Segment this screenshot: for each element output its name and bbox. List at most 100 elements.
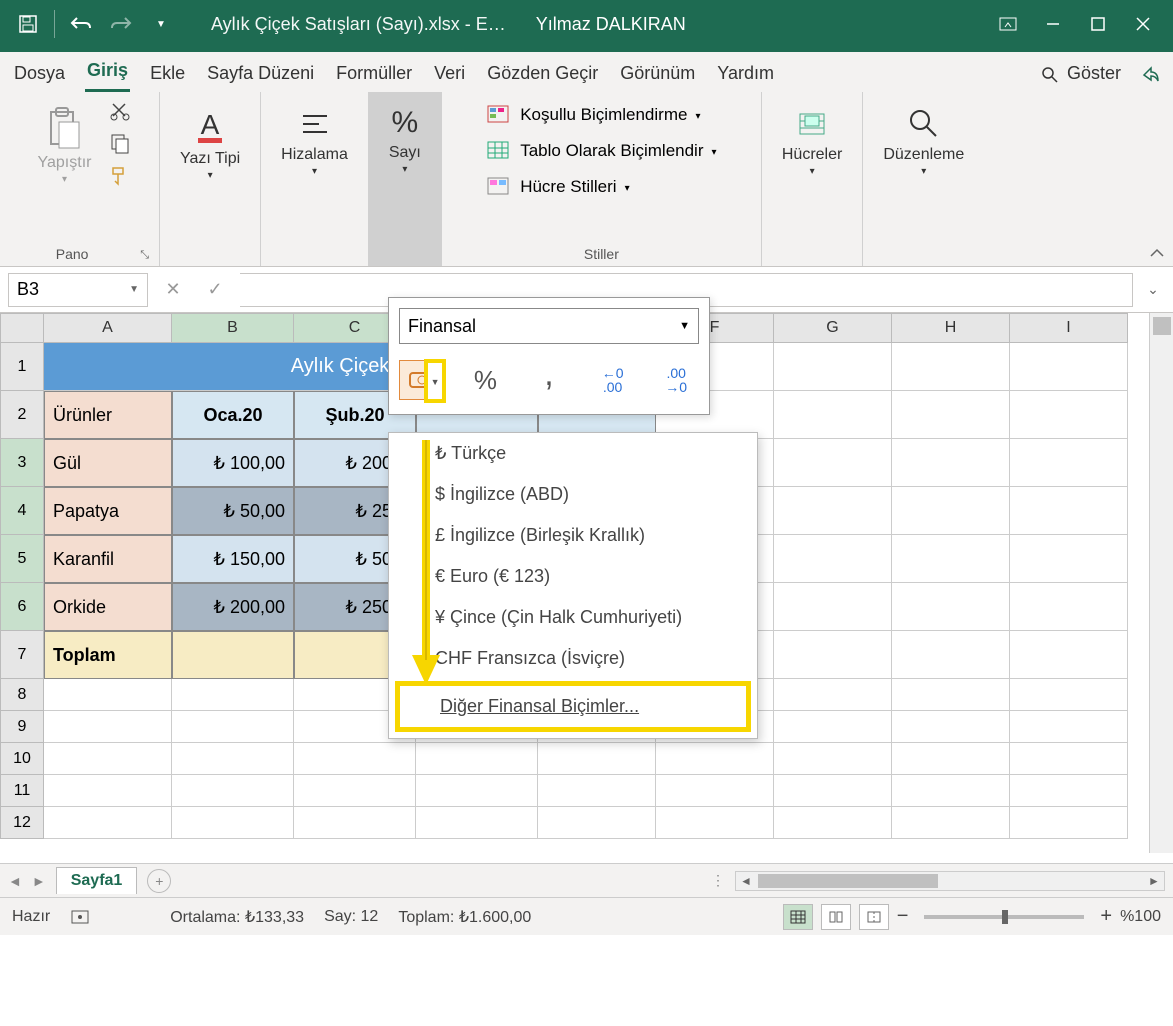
status-sum: ₺1.600,00 bbox=[459, 909, 531, 926]
col-header-A[interactable]: A bbox=[44, 313, 172, 343]
sheet-tabs-split-icon[interactable]: ⋮ bbox=[711, 872, 725, 889]
row-header-10[interactable]: 10 bbox=[0, 743, 44, 775]
collapse-ribbon-icon[interactable] bbox=[1149, 246, 1165, 260]
row-header-7[interactable]: 7 bbox=[0, 631, 44, 679]
close-icon[interactable] bbox=[1120, 4, 1165, 44]
horizontal-scrollbar[interactable]: ◄► bbox=[735, 871, 1165, 891]
view-normal-icon[interactable] bbox=[783, 904, 813, 930]
ribbon-group-duzenleme: Düzenleme ▾ bbox=[863, 92, 984, 266]
user-name[interactable]: Yılmaz DALKIRAN bbox=[536, 14, 686, 35]
row-header-9[interactable]: 9 bbox=[0, 711, 44, 743]
increase-decimal-button[interactable]: ←0.00 bbox=[590, 360, 636, 400]
sheet-nav-next-icon[interactable]: ► bbox=[32, 873, 46, 889]
ribbon-group-sayi: % Sayı ▾ bbox=[369, 92, 442, 266]
row-headers: 123456789101112 bbox=[0, 343, 44, 839]
tab-gozden-gecir[interactable]: Gözden Geçir bbox=[485, 57, 600, 92]
row-header-2[interactable]: 2 bbox=[0, 391, 44, 439]
window-title: Aylık Çiçek Satışları (Sayı).xlsx - E… bbox=[211, 14, 506, 35]
ribbon-group-hizalama: Hizalama ▾ bbox=[261, 92, 369, 266]
row-header-3[interactable]: 3 bbox=[0, 439, 44, 487]
row-header-11[interactable]: 11 bbox=[0, 775, 44, 807]
minimize-icon[interactable] bbox=[1030, 4, 1075, 44]
sheet-nav-prev-icon[interactable]: ◄ bbox=[8, 873, 22, 889]
accounting-format-button[interactable]: ▼ bbox=[399, 360, 445, 400]
select-all-corner[interactable] bbox=[0, 313, 44, 343]
chevron-down-icon: ▾ bbox=[921, 166, 926, 177]
zoom-out-button[interactable]: − bbox=[897, 905, 909, 928]
font-button[interactable]: A Yazı Tipi ▾ bbox=[170, 100, 250, 187]
number-format-combo[interactable]: Finansal ▼ bbox=[399, 308, 699, 344]
chevron-down-icon: ▾ bbox=[62, 174, 67, 185]
goster-button[interactable]: Göster bbox=[1065, 57, 1123, 92]
row-header-12[interactable]: 12 bbox=[0, 807, 44, 839]
pano-launcher-icon[interactable]: ⤡ bbox=[140, 249, 149, 262]
svg-text:A: A bbox=[201, 109, 220, 140]
col-header-I[interactable]: I bbox=[1010, 313, 1128, 343]
ribbon-display-icon[interactable] bbox=[985, 4, 1030, 44]
copy-icon[interactable] bbox=[109, 132, 131, 154]
annotation-arrow bbox=[412, 440, 452, 690]
editing-button[interactable]: Düzenleme ▾ bbox=[873, 100, 974, 183]
tab-dosya[interactable]: Dosya bbox=[12, 57, 67, 92]
row-header-4[interactable]: 4 bbox=[0, 487, 44, 535]
row-header-6[interactable]: 6 bbox=[0, 583, 44, 631]
chevron-down-icon: ▾ bbox=[402, 164, 407, 175]
conditional-formatting-button[interactable]: Koşullu Biçimlendirme▾ bbox=[484, 100, 702, 130]
view-page-break-icon[interactable] bbox=[859, 904, 889, 930]
tab-sayfa-duzeni[interactable]: Sayfa Düzeni bbox=[205, 57, 316, 92]
enter-formula-icon[interactable]: ✓ bbox=[198, 273, 232, 307]
cancel-formula-icon[interactable]: ✕ bbox=[156, 273, 190, 307]
tab-veri[interactable]: Veri bbox=[432, 57, 467, 92]
tab-formuller[interactable]: Formüller bbox=[334, 57, 414, 92]
decrease-decimal-button[interactable]: .00→0 bbox=[653, 360, 699, 400]
row-header-1[interactable]: 1 bbox=[0, 343, 44, 391]
status-count: 12 bbox=[361, 908, 379, 925]
accounting-dropdown-highlight[interactable]: ▼ bbox=[424, 359, 446, 403]
col-header-B[interactable]: B bbox=[172, 313, 294, 343]
comma-format-button[interactable]: , bbox=[526, 360, 572, 400]
maximize-icon[interactable] bbox=[1075, 4, 1120, 44]
tab-giris[interactable]: Giriş bbox=[85, 54, 130, 92]
cells-button[interactable]: Hücreler ▾ bbox=[772, 100, 852, 183]
tab-yardim[interactable]: Yardım bbox=[715, 57, 776, 92]
chevron-down-icon: ▾ bbox=[208, 170, 213, 181]
currency-option-more[interactable]: Diğer Finansal Biçimler... bbox=[400, 686, 746, 727]
redo-icon[interactable] bbox=[101, 4, 141, 44]
sheet-tabs-bar: ◄ ► Sayfa1 + ⋮ ◄► bbox=[0, 863, 1173, 897]
undo-icon[interactable] bbox=[61, 4, 101, 44]
cell-styles-button[interactable]: Hücre Stilleri▾ bbox=[484, 172, 631, 202]
save-icon[interactable] bbox=[8, 4, 48, 44]
view-page-layout-icon[interactable] bbox=[821, 904, 851, 930]
add-sheet-button[interactable]: + bbox=[147, 869, 171, 893]
qat-customize-icon[interactable]: ▼ bbox=[141, 4, 181, 44]
ribbon-group-stiller: Koşullu Biçimlendirme▾ Tablo Olarak Biçi… bbox=[442, 92, 762, 266]
ribbon: Yapıştır ▾ Pano⤡ A Yazı Tipi ▾ Hizalama … bbox=[0, 92, 1173, 267]
alignment-button[interactable]: Hizalama ▾ bbox=[271, 100, 358, 183]
zoom-slider[interactable] bbox=[924, 915, 1084, 919]
tab-ekle[interactable]: Ekle bbox=[148, 57, 187, 92]
ribbon-group-yazi-tipi: A Yazı Tipi ▾ bbox=[160, 92, 261, 266]
chevron-down-icon[interactable]: ▼ bbox=[129, 284, 139, 295]
row-header-5[interactable]: 5 bbox=[0, 535, 44, 583]
tab-gorunum[interactable]: Görünüm bbox=[618, 57, 697, 92]
format-as-table-button[interactable]: Tablo Olarak Biçimlendir▾ bbox=[484, 136, 718, 166]
sheet-tab-1[interactable]: Sayfa1 bbox=[56, 867, 138, 894]
format-painter-icon[interactable] bbox=[109, 164, 131, 186]
ribbon-tabs: Dosya Giriş Ekle Sayfa Düzeni Formüller … bbox=[0, 48, 1173, 92]
paste-button[interactable]: Yapıştır ▾ bbox=[28, 100, 102, 191]
search-icon[interactable] bbox=[1041, 66, 1059, 84]
zoom-level[interactable]: %100 bbox=[1120, 908, 1161, 926]
col-header-G[interactable]: G bbox=[774, 313, 892, 343]
share-icon[interactable] bbox=[1141, 65, 1161, 85]
percent-format-button[interactable]: % bbox=[463, 360, 509, 400]
expand-formula-icon[interactable]: ⌄ bbox=[1141, 281, 1165, 298]
row-header-8[interactable]: 8 bbox=[0, 679, 44, 711]
name-box[interactable]: B3 ▼ bbox=[8, 273, 148, 307]
col-header-H[interactable]: H bbox=[892, 313, 1010, 343]
zoom-in-button[interactable]: + bbox=[1100, 905, 1112, 928]
vertical-scrollbar[interactable] bbox=[1149, 313, 1173, 853]
status-ready: Hazır bbox=[12, 908, 50, 926]
number-format-button[interactable]: % Sayı ▾ bbox=[379, 100, 431, 181]
cut-icon[interactable] bbox=[109, 100, 131, 122]
macro-record-icon[interactable] bbox=[70, 908, 90, 926]
